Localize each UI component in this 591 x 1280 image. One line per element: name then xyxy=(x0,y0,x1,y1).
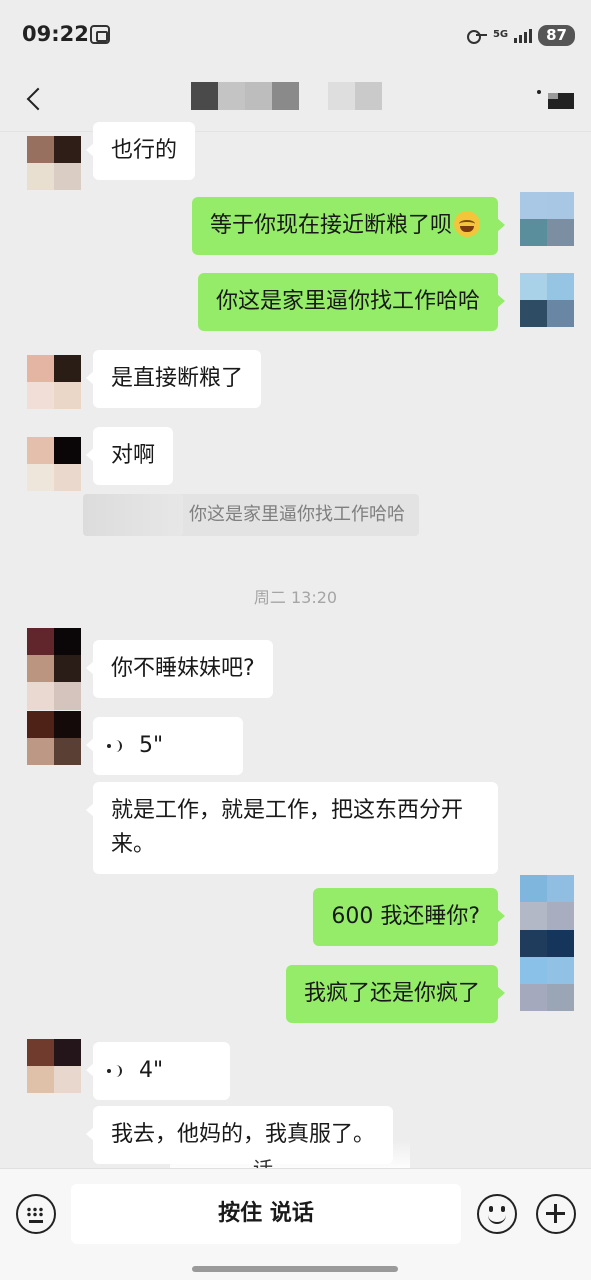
message-text: 我去，他妈的，我真服了。 xyxy=(111,1122,376,1147)
battery-indicator: 87 xyxy=(538,24,575,46)
keyboard-icon[interactable] xyxy=(16,1194,56,1234)
voice-wave-icon xyxy=(107,1063,123,1079)
message-text: 你这是家里逼你找工作哈哈 xyxy=(215,289,480,314)
chat-timestamp: 周二 13:20 xyxy=(253,588,338,607)
message-text: 600 我还睡你? xyxy=(331,904,480,929)
status-time: 09:22 xyxy=(22,22,89,46)
contact-avatar[interactable] xyxy=(27,628,81,682)
message-text: 也行的 xyxy=(111,138,178,163)
back-icon[interactable] xyxy=(24,86,46,112)
screenshot-icon xyxy=(90,25,110,44)
my-avatar[interactable] xyxy=(520,273,574,327)
quoted-text: 你这是家里逼你找工作哈哈 xyxy=(189,504,405,525)
voice-wave-icon xyxy=(107,738,123,754)
message-bubble-incoming[interactable]: 对啊 xyxy=(85,427,174,485)
voice-duration: 4" xyxy=(139,1058,164,1083)
my-avatar[interactable] xyxy=(520,957,574,1011)
message-text: 是直接断粮了 xyxy=(111,366,244,391)
message-bubble-outgoing[interactable]: 我疯了还是你疯了 xyxy=(285,965,506,1023)
message-bubble-outgoing[interactable]: 600 我还睡你? xyxy=(313,888,505,946)
my-avatar[interactable] xyxy=(520,875,574,957)
message-text: 等于你现在接近断粮了呗 xyxy=(209,213,452,238)
message-bubble-incoming[interactable]: 就是工作，就是工作，把这东西分开来。 xyxy=(86,782,498,874)
message-text: 你不睡妹妹吧? xyxy=(111,656,255,681)
message-bubble-incoming[interactable]: 我去，他妈的，我真服了。 xyxy=(85,1106,394,1164)
network-label: 5G xyxy=(492,29,509,40)
my-avatar[interactable] xyxy=(520,192,574,246)
plus-icon[interactable] xyxy=(536,1194,576,1234)
quote-sender-blurred xyxy=(83,494,183,536)
input-bar: 按住 说话 xyxy=(0,1168,591,1280)
more-options-icon[interactable] xyxy=(536,89,574,109)
quoted-message[interactable]: 你这是家里逼你找工作哈哈 xyxy=(83,494,419,536)
status-bar: 09:22 5G 87 xyxy=(0,0,591,66)
message-text: 就是工作，就是工作，把这东西分开来。 xyxy=(111,798,464,857)
voice-overlay-text: 话 xyxy=(253,1153,273,1168)
key-icon xyxy=(466,30,487,44)
message-text: 我疯了还是你疯了 xyxy=(303,981,480,1006)
status-indicators: 5G 87 xyxy=(466,24,575,46)
hold-to-talk-button[interactable]: 按住 说话 xyxy=(71,1184,461,1244)
contact-avatar[interactable] xyxy=(27,711,81,765)
message-bubble-outgoing[interactable]: 等于你现在接近断粮了呗 xyxy=(191,197,506,255)
contact-avatar xyxy=(27,682,81,710)
chat-header xyxy=(0,66,591,132)
voice-overlay-fade xyxy=(170,1140,410,1168)
contact-avatar[interactable] xyxy=(27,437,81,491)
message-bubble-incoming[interactable]: 你不睡妹妹吧? xyxy=(86,640,273,698)
voice-message-bubble[interactable]: 5" xyxy=(86,717,243,775)
emoji-icon[interactable] xyxy=(477,1194,517,1234)
message-bubble-incoming[interactable]: 是直接断粮了 xyxy=(85,350,262,408)
contact-avatar[interactable] xyxy=(27,136,81,190)
message-bubble-outgoing[interactable]: 你这是家里逼你找工作哈哈 xyxy=(197,273,506,331)
contact-avatar[interactable] xyxy=(27,1039,81,1093)
contact-avatar[interactable] xyxy=(27,355,81,409)
chat-title-blurred xyxy=(191,82,299,110)
chat-title-blurred-2 xyxy=(328,82,382,110)
chat-area[interactable]: 也行的 等于你现在接近断粮了呗 你这是家里逼你找工作哈哈 是直接断粮了 对啊 你… xyxy=(0,0,591,1168)
voice-duration: 5" xyxy=(139,733,164,758)
signal-icon xyxy=(514,27,533,43)
voice-message-bubble[interactable]: 4" xyxy=(86,1042,230,1100)
message-text: 对啊 xyxy=(111,443,156,468)
laughing-crying-emoji-icon xyxy=(454,211,480,237)
home-indicator[interactable] xyxy=(192,1266,398,1272)
